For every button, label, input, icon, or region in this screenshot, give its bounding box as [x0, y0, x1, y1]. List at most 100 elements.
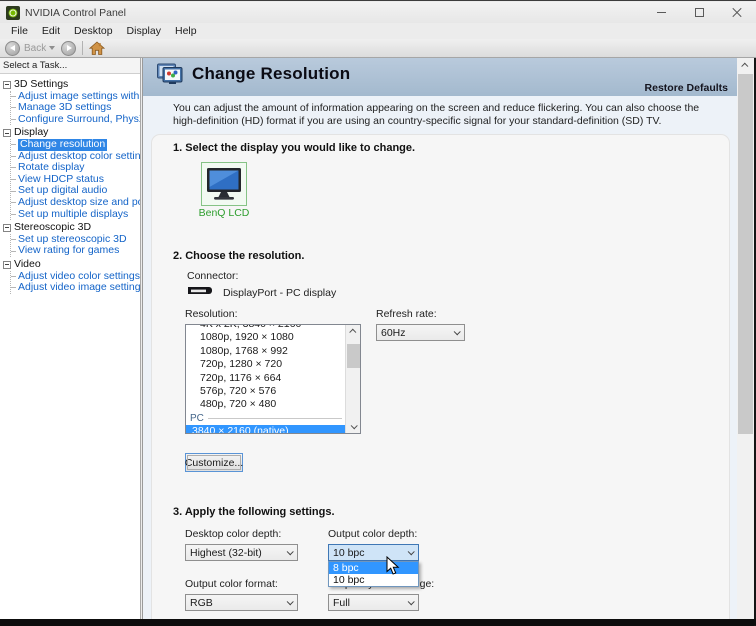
menu-display[interactable]: Display: [120, 24, 168, 38]
resolution-label: Resolution:: [185, 308, 238, 320]
tree-item-configure-surround-physx[interactable]: Configure Surround, PhysX: [11, 114, 140, 126]
chevron-down-icon: [287, 548, 294, 555]
step2-heading: 2. Choose the resolution.: [173, 250, 304, 262]
window-title: NVIDIA Control Panel: [25, 7, 126, 19]
settings-panel: 1. Select the display you would like to …: [151, 134, 730, 620]
chevron-up-icon: [741, 63, 748, 70]
resolution-listbox[interactable]: 4K x 2K, 3840 × 2160 1080p, 1920 × 1080 …: [185, 324, 361, 434]
connector-value: DisplayPort - PC display: [223, 287, 336, 299]
title-bar: NVIDIA Control Panel: [0, 2, 756, 23]
menu-help[interactable]: Help: [168, 24, 204, 38]
tree-category-stereoscopic-3d[interactable]: Stereoscopic 3D: [3, 222, 140, 234]
refresh-rate-select[interactable]: 60Hz: [376, 324, 465, 341]
resolution-list-scrollbar[interactable]: [345, 325, 360, 433]
resolution-option[interactable]: 1080p, 1920 × 1080: [186, 331, 345, 344]
task-sidebar: Select a Task... 3D Settings Adjust imag…: [0, 58, 141, 620]
output-color-format-label: Output color format:: [185, 578, 278, 590]
chevron-down-icon: [454, 328, 461, 335]
chevron-down-icon: [408, 598, 415, 605]
toolbar-separator: [82, 41, 83, 55]
restore-defaults-link[interactable]: Restore Defaults: [645, 82, 728, 94]
collapse-icon[interactable]: [3, 261, 11, 269]
back-button[interactable]: [5, 41, 20, 56]
resolution-group-pc: PC: [186, 412, 345, 425]
content-scrollbar[interactable]: [737, 58, 754, 620]
output-color-depth-label: Output color depth:: [328, 528, 417, 540]
chevron-up-icon: [349, 329, 356, 336]
resolution-option[interactable]: 720p, 1280 × 720: [186, 358, 345, 371]
menu-edit[interactable]: Edit: [35, 24, 67, 38]
display-select-benq[interactable]: [201, 162, 247, 206]
close-button[interactable]: [718, 2, 756, 23]
scrollbar-thumb[interactable]: [347, 344, 360, 368]
resolution-option[interactable]: 1080p, 1768 × 992: [186, 345, 345, 358]
tree-category-3d-settings[interactable]: 3D Settings: [3, 79, 140, 91]
navigation-toolbar: Back: [0, 39, 756, 58]
output-color-depth-select[interactable]: 10 bpc: [328, 544, 419, 561]
group-divider-line: [208, 418, 342, 419]
nvidia-control-panel-window: NVIDIA Control Panel File Edit Desktop D…: [0, 0, 756, 619]
connector-label: Connector:: [187, 270, 238, 282]
tree-item-adjust-desktop-size[interactable]: Adjust desktop size and position: [11, 197, 140, 209]
window-bottom-edge: [0, 619, 756, 625]
resolution-option[interactable]: 576p, 720 × 576: [186, 385, 345, 398]
scrollbar-thumb[interactable]: [738, 74, 753, 434]
close-icon: [732, 8, 742, 18]
resolution-option[interactable]: 720p, 1176 × 664: [186, 372, 345, 385]
change-resolution-icon: [157, 63, 183, 85]
main-content: Change Resolution Restore Defaults You c…: [142, 58, 737, 620]
resolution-option[interactable]: 480p, 720 × 480: [186, 398, 345, 411]
tree-category-video[interactable]: Video: [3, 259, 140, 271]
displayport-connector-icon: [187, 286, 213, 296]
desktop-color-depth-select[interactable]: Highest (32-bit): [185, 544, 298, 561]
monitor-icon: [205, 167, 243, 201]
home-button[interactable]: [89, 41, 105, 56]
tree-item-view-rating-for-games[interactable]: View rating for games: [11, 245, 140, 257]
back-arrow-icon: [10, 45, 15, 51]
task-sidebar-header: Select a Task...: [0, 58, 140, 74]
maximize-button[interactable]: [680, 2, 718, 23]
tree-item-set-up-multiple-displays[interactable]: Set up multiple displays: [11, 209, 140, 221]
task-tree: 3D Settings Adjust image settings with p…: [0, 74, 140, 294]
menu-bar: File Edit Desktop Display Help: [0, 23, 756, 39]
collapse-icon[interactable]: [3, 224, 11, 232]
output-dynamic-range-select[interactable]: Full: [328, 594, 419, 611]
desktop-color-depth-label: Desktop color depth:: [185, 528, 281, 540]
customize-button[interactable]: Customize...: [185, 453, 243, 472]
minimize-icon: [657, 12, 666, 13]
collapse-icon[interactable]: [3, 81, 11, 89]
maximize-icon: [695, 8, 704, 17]
forward-arrow-icon: [67, 45, 72, 51]
dropdown-option-10bpc[interactable]: 10 bpc: [329, 574, 418, 586]
tree-item-adjust-video-image[interactable]: Adjust video image settings: [11, 282, 140, 294]
output-color-format-select[interactable]: RGB: [185, 594, 298, 611]
page-title: Change Resolution: [192, 64, 350, 84]
scroll-up-button[interactable]: [737, 58, 754, 73]
mouse-cursor: [386, 556, 400, 576]
minimize-button[interactable]: [642, 2, 680, 23]
output-color-depth-dropdown: 8 bpc 10 bpc: [328, 561, 419, 587]
step3-heading: 3. Apply the following settings.: [173, 506, 335, 518]
tree-item-change-resolution-selected[interactable]: Change resolution: [11, 139, 140, 151]
resolution-option-selected[interactable]: 3840 × 2160 (native): [186, 425, 345, 434]
page-header-band: Change Resolution Restore Defaults: [143, 58, 737, 96]
back-button-label[interactable]: Back: [24, 43, 46, 54]
menu-file[interactable]: File: [4, 24, 35, 38]
collapse-icon[interactable]: [3, 129, 11, 137]
scroll-down-button[interactable]: [346, 420, 361, 433]
resolution-option-clipped[interactable]: 4K x 2K, 3840 × 2160: [186, 324, 345, 331]
chevron-down-icon: [287, 598, 294, 605]
chevron-down-icon: [408, 548, 415, 555]
forward-button[interactable]: [61, 41, 76, 56]
step1-heading: 1. Select the display you would like to …: [173, 142, 415, 154]
dropdown-option-8bpc[interactable]: 8 bpc: [329, 562, 418, 574]
back-history-dropdown-icon[interactable]: [49, 46, 55, 50]
scroll-up-button[interactable]: [346, 325, 361, 338]
menu-desktop[interactable]: Desktop: [67, 24, 120, 38]
chevron-down-icon: [351, 422, 358, 429]
tree-item-rotate-display[interactable]: Rotate display: [11, 162, 140, 174]
refresh-rate-label: Refresh rate:: [376, 308, 437, 320]
display-name-label: BenQ LCD: [181, 207, 267, 219]
page-description: You can adjust the amount of information…: [173, 102, 725, 128]
nvidia-logo-icon: [6, 6, 20, 20]
